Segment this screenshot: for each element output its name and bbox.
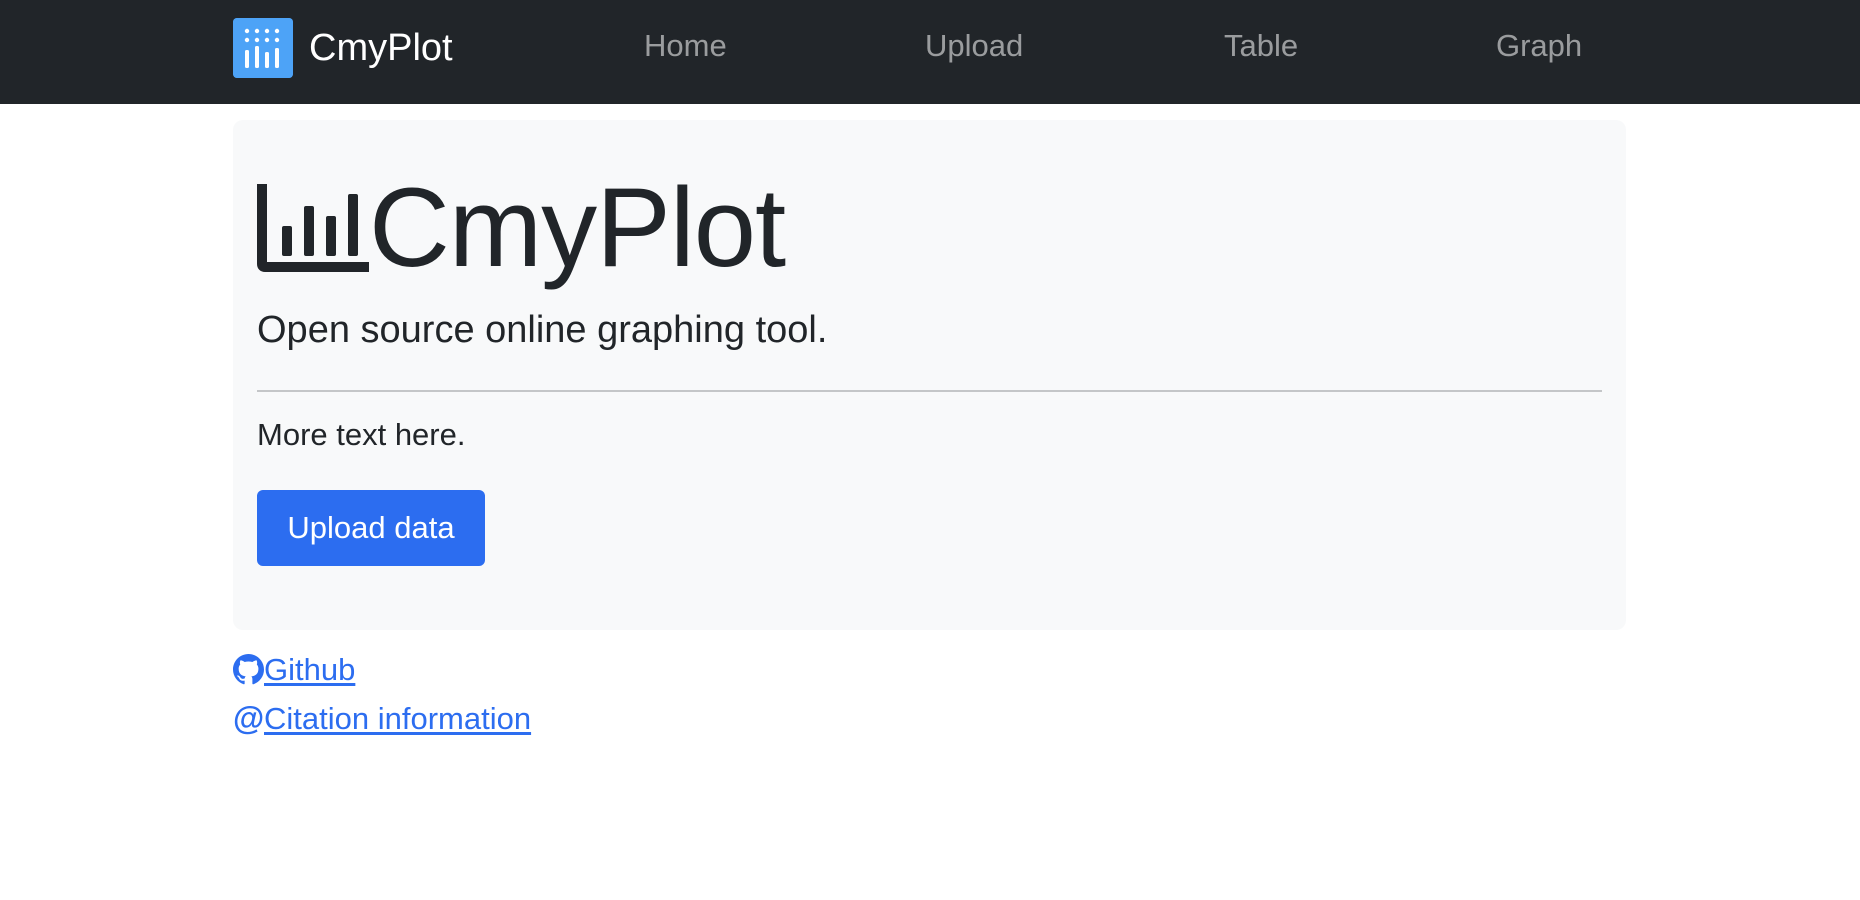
github-icon	[233, 654, 264, 685]
brand-name: CmyPlot	[309, 27, 453, 69]
nav-home[interactable]: Home	[644, 30, 727, 61]
bar-chart-icon	[257, 184, 369, 272]
citation-link[interactable]: @ Citation information	[233, 702, 531, 734]
bar-chart-dots-icon	[233, 18, 293, 78]
top-navbar: CmyPlot Home Upload Table Graph	[0, 0, 1860, 104]
nav-table[interactable]: Table	[1224, 30, 1298, 61]
github-link-label: Github	[264, 652, 356, 687]
nav-upload[interactable]: Upload	[925, 30, 1023, 61]
hero-heading: CmyPlot	[369, 165, 786, 290]
at-sign-icon: @	[233, 700, 265, 736]
nav-graph[interactable]: Graph	[1496, 30, 1582, 61]
citation-link-label: Citation information	[264, 700, 532, 736]
hero-title: CmyPlot	[257, 165, 786, 290]
upload-data-button[interactable]: Upload data	[257, 490, 485, 566]
divider	[257, 390, 1602, 392]
github-link[interactable]: Github	[233, 654, 355, 685]
hero-panel: CmyPlot Open source online graphing tool…	[233, 120, 1626, 630]
brand-link[interactable]: CmyPlot	[233, 18, 453, 78]
hero-lead: Open source online graphing tool.	[257, 309, 828, 351]
hero-more-text: More text here.	[257, 417, 466, 452]
